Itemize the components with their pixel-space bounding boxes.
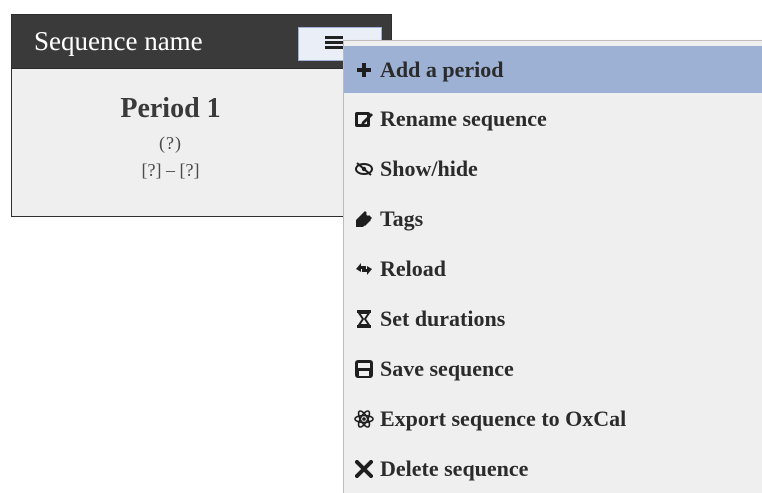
period-title: Period 1 — [120, 93, 221, 124]
sequence-card: Sequence name Period 1 (?) [?] – [?] — [11, 14, 392, 217]
atom-icon — [353, 408, 375, 430]
menu-item-set-durations[interactable]: Set durations — [344, 294, 762, 343]
menu-item-show-hide[interactable]: Show/hide — [344, 144, 762, 193]
menu-item-label: Delete sequence — [380, 455, 529, 481]
menu-item-export-oxcal[interactable]: Export sequence to OxCal — [344, 394, 762, 443]
menu-item-rename-sequence[interactable]: Rename sequence — [344, 94, 762, 143]
eye-slash-icon — [353, 158, 375, 180]
menu-item-tags[interactable]: Tags — [344, 194, 762, 243]
sequence-menu: Add a period Rename sequence Show/hide T… — [343, 40, 762, 493]
menu-item-save-sequence[interactable]: Save sequence — [344, 344, 762, 393]
menu-item-label: Save sequence — [380, 355, 514, 381]
close-icon — [353, 458, 375, 480]
tag-icon — [353, 208, 375, 230]
reload-icon — [353, 258, 375, 280]
period-uncertainty: (?) — [159, 133, 182, 153]
save-icon — [353, 358, 375, 380]
period-box[interactable]: Period 1 (?) [?] – [?] — [12, 69, 329, 181]
hourglass-icon — [353, 308, 375, 330]
menu-item-label: Export sequence to OxCal — [380, 405, 627, 431]
edit-icon — [353, 108, 375, 130]
plus-icon — [353, 59, 375, 81]
menu-item-reload[interactable]: Reload — [344, 244, 762, 293]
period-range: [?] – [?] — [141, 160, 200, 180]
menu-item-label: Tags — [380, 205, 424, 231]
menu-item-label: Rename sequence — [380, 105, 547, 131]
menu-item-label: Reload — [380, 255, 446, 281]
hamburger-icon — [325, 36, 343, 49]
menu-item-delete-sequence[interactable]: Delete sequence — [344, 444, 762, 493]
sequence-name: Sequence name — [34, 26, 203, 56]
menu-item-label: Show/hide — [380, 155, 478, 181]
menu-item-label: Set durations — [380, 305, 506, 331]
menu-item-add-period[interactable]: Add a period — [344, 46, 762, 93]
menu-item-label: Add a period — [380, 56, 504, 82]
